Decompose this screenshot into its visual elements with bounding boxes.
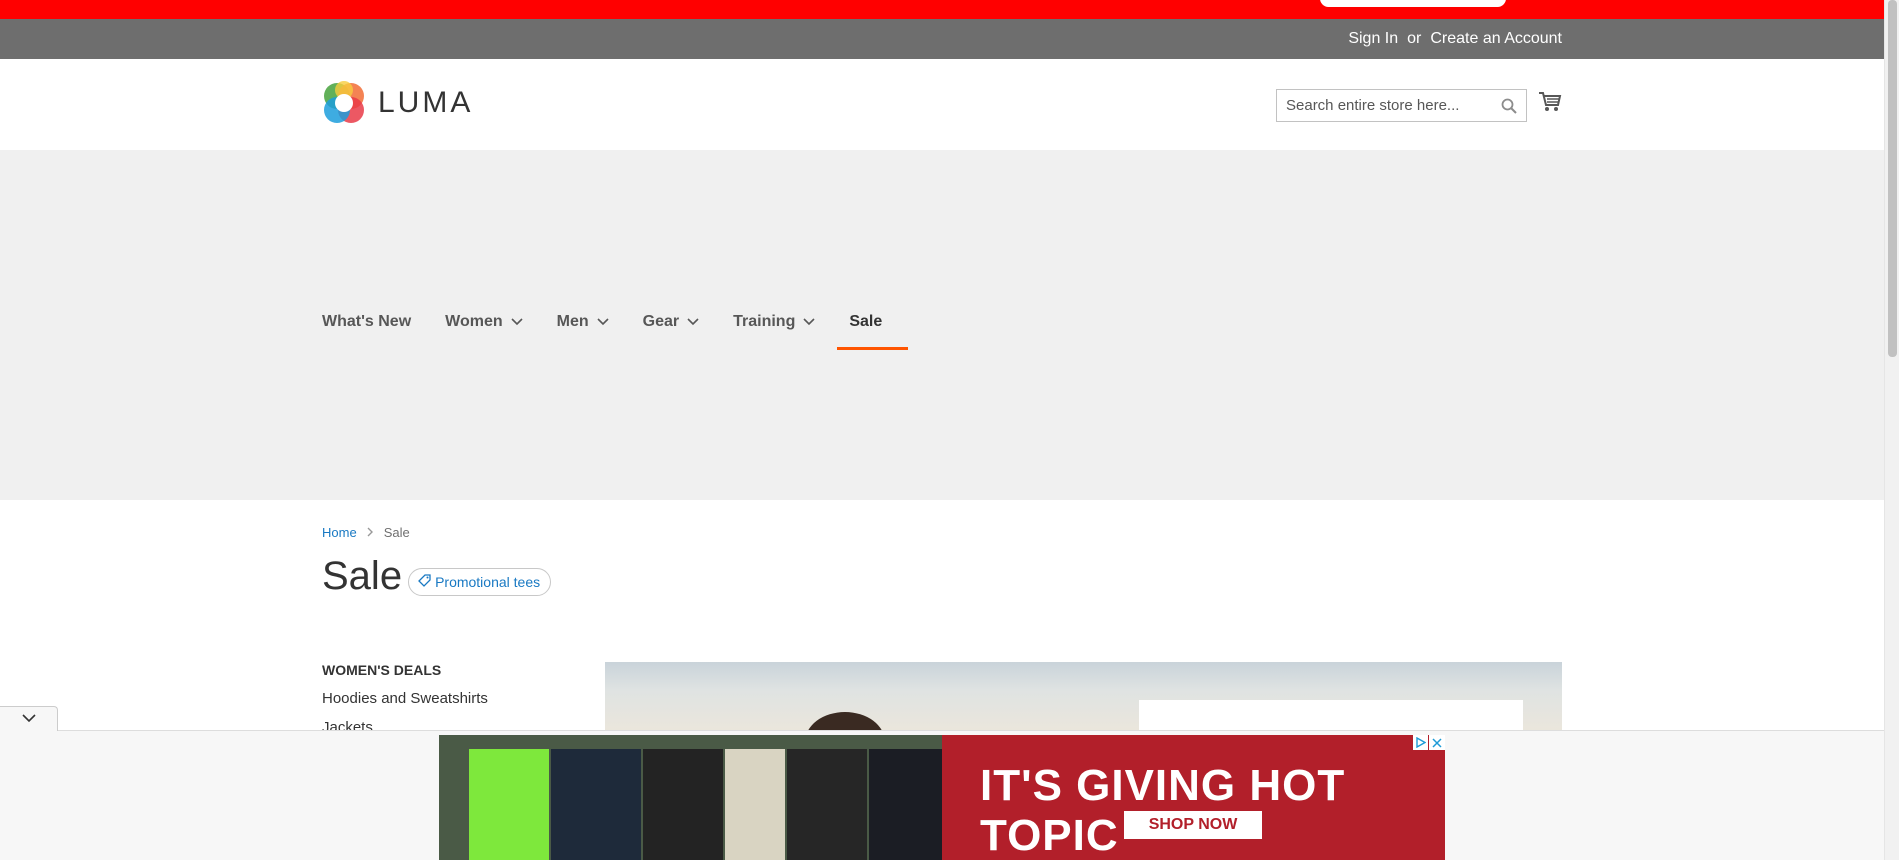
ad-collapse-button[interactable] xyxy=(0,706,58,731)
nav-item-men[interactable]: Men xyxy=(557,300,609,350)
breadcrumb-current: Sale xyxy=(383,525,410,540)
ad-product-image xyxy=(439,735,942,860)
chevron-down-icon xyxy=(803,313,815,331)
search-icon[interactable] xyxy=(1500,97,1518,120)
or-separator: or xyxy=(1407,30,1422,47)
breadcrumb: Home Sale xyxy=(322,525,410,540)
hot-topic-ad[interactable]: IT'S GIVING HOT TOPIC SHOP NOW xyxy=(439,735,1445,860)
promo-pill-button[interactable] xyxy=(1320,0,1506,7)
luma-logo-icon xyxy=(324,81,364,123)
ad-shirt xyxy=(643,749,723,860)
search-input[interactable] xyxy=(1277,90,1487,121)
promo-strip xyxy=(0,0,1884,19)
main-nav: What's New Women Men Gear Training Sale xyxy=(322,300,916,350)
chevron-down-icon xyxy=(687,313,699,331)
sale-banner-image[interactable] xyxy=(605,662,1562,732)
nav-item-women[interactable]: Women xyxy=(445,300,523,350)
nav-label: Gear xyxy=(642,313,680,330)
scrollbar-thumb[interactable] xyxy=(1888,0,1897,357)
ad-shirt xyxy=(787,749,867,860)
hero-area xyxy=(0,150,1884,500)
title-row: Sale Promotional tees xyxy=(322,554,552,599)
promotional-tees-tag[interactable]: Promotional tees xyxy=(408,567,552,596)
model-silhouette xyxy=(805,712,885,732)
site-header: LUMA xyxy=(0,59,1884,150)
nav-item-whats-new[interactable]: What's New xyxy=(322,300,411,350)
chevron-right-icon xyxy=(367,525,374,540)
chevron-down-icon xyxy=(597,313,609,331)
tag-label: Promotional tees xyxy=(435,573,541,590)
shop-now-button[interactable]: SHOP NOW xyxy=(1124,811,1262,839)
cart-icon[interactable] xyxy=(1538,91,1562,118)
page-scrollbar[interactable] xyxy=(1884,0,1899,860)
ad-text-panel: IT'S GIVING HOT TOPIC SHOP NOW xyxy=(942,735,1445,860)
chevron-down-icon xyxy=(21,710,36,728)
nav-label: Sale xyxy=(849,313,883,330)
create-account-link[interactable]: Create an Account xyxy=(1430,30,1562,48)
nav-item-sale[interactable]: Sale xyxy=(837,300,909,350)
ad-shirt xyxy=(469,749,549,860)
nav-label: Men xyxy=(556,313,589,330)
search-box xyxy=(1276,89,1527,122)
sign-in-link[interactable]: Sign In xyxy=(1348,30,1398,48)
sidebar-link-hoodies[interactable]: Hoodies and Sweatshirts xyxy=(322,690,552,707)
ad-shirt xyxy=(869,749,942,860)
ad-shirt xyxy=(725,749,785,860)
tag-icon xyxy=(418,573,431,590)
page-title: Sale xyxy=(322,554,403,598)
sidebar-heading: WOMEN'S DEALS xyxy=(322,662,442,678)
logo-wordmark: LUMA xyxy=(378,86,474,119)
nav-item-training[interactable]: Training xyxy=(733,300,815,350)
nav-label: Training xyxy=(733,313,796,330)
nav-label: Women xyxy=(445,313,503,330)
luma-logo[interactable]: LUMA xyxy=(322,81,473,125)
account-links: Sign In or Create an Account xyxy=(1348,19,1562,59)
chevron-down-icon xyxy=(511,313,523,331)
top-bar: Sign In or Create an Account xyxy=(0,19,1884,59)
adchoices-icon[interactable] xyxy=(1413,735,1428,750)
banner-text-card xyxy=(1139,700,1523,732)
nav-label: What's New xyxy=(322,313,412,330)
breadcrumb-home-link[interactable]: Home xyxy=(322,525,357,540)
ad-shirt xyxy=(551,749,641,860)
close-icon[interactable] xyxy=(1429,735,1445,750)
nav-item-gear[interactable]: Gear xyxy=(643,300,699,350)
